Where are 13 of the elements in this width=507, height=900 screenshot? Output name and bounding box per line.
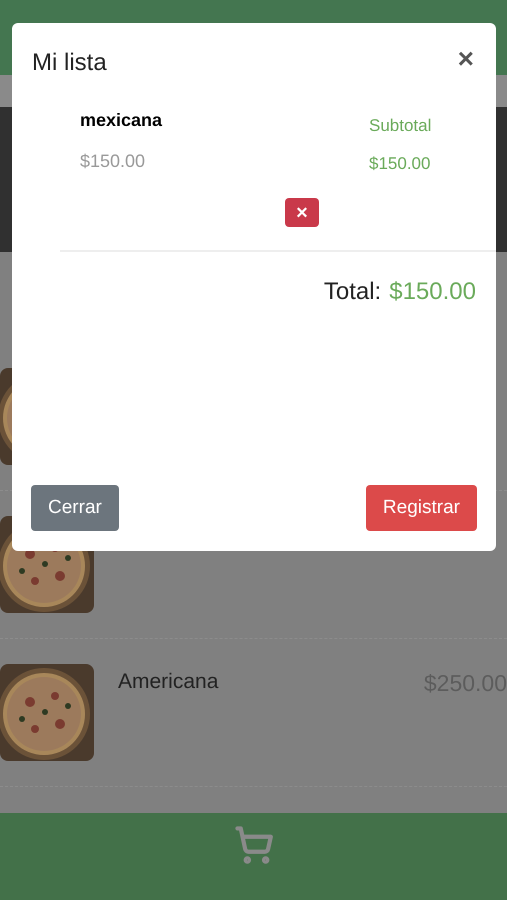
modal-title: Mi lista [32,48,107,78]
item-name: Americana [118,669,218,695]
dialog-button[interactable]: Cerrar [31,485,119,531]
subtotal-label: Subtotal [369,115,432,137]
product-price: $150.00 [80,150,146,173]
close-button[interactable]: × [458,45,474,73]
subtotal-value: $150.00 [369,152,432,174]
cart-icon[interactable] [234,825,274,865]
total-value: $150.00 [389,277,476,307]
dialog-button[interactable]: Registrar [366,485,477,531]
product-name: mexicana [80,109,164,132]
total-label: Total: [324,277,382,307]
remove-button[interactable]: × [285,198,319,227]
